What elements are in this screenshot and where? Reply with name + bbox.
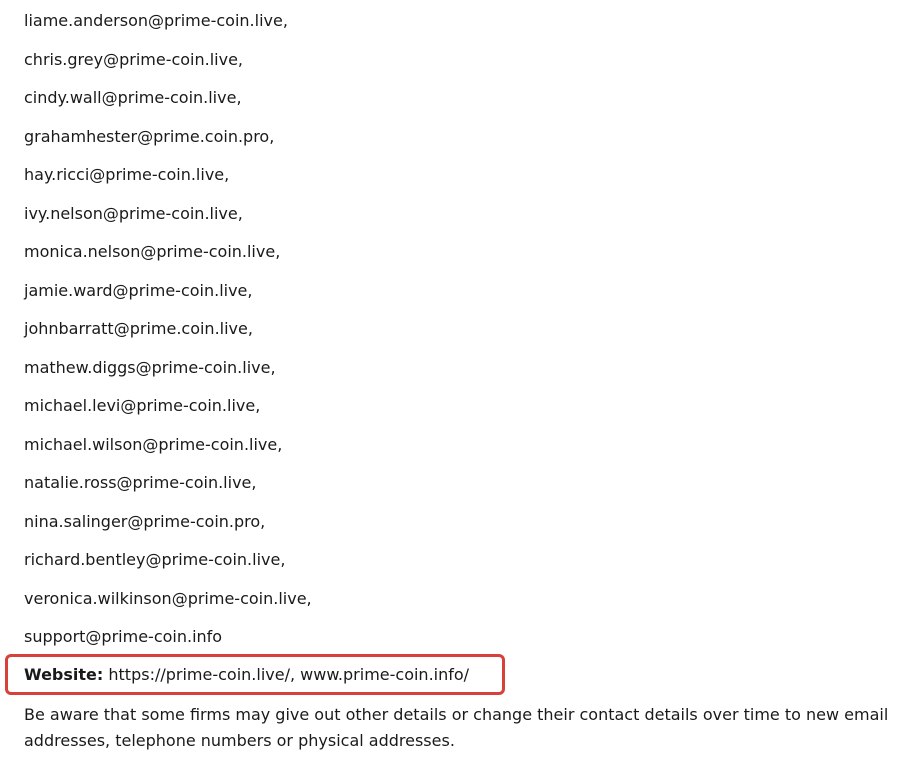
notice-paragraph: Be aware that some firms may give out ot… xyxy=(24,705,889,750)
website-value: https://prime-coin.live/, www.prime-coin… xyxy=(103,665,470,684)
email-item: richard.bentley@prime-coin.live, xyxy=(24,550,286,569)
email-item: mathew.diggs@prime-coin.live, xyxy=(24,357,276,377)
email-item: cindy.wall@prime-coin.live, xyxy=(24,88,242,107)
email-item: liame.anderson@prime-coin.live, xyxy=(24,11,288,30)
email-item: hay.ricci@prime-coin.live, xyxy=(24,165,230,184)
email-item: johnbarratt@prime.coin.live, xyxy=(24,319,253,338)
email-item: monica.nelson@prime-coin.live, xyxy=(24,242,281,261)
email-item: michael.levi@prime-coin.live, xyxy=(24,396,261,415)
website-line: Website: https://prime-coin.live/, www.p… xyxy=(24,664,469,686)
email-list: liame.anderson@prime-coin.live, chris.gr… xyxy=(24,0,894,654)
email-item: grahamhester@prime.coin.pro, xyxy=(24,126,275,146)
email-item: jamie.ward@prime-coin.live, xyxy=(24,280,253,300)
email-item: chris.grey@prime-coin.live, xyxy=(24,49,244,69)
email-item: nina.salinger@prime-coin.pro, xyxy=(24,511,266,531)
email-item: support@prime-coin.info xyxy=(24,627,223,646)
email-item: natalie.ross@prime-coin.live, xyxy=(24,473,257,492)
email-item: ivy.nelson@prime-coin.live, xyxy=(24,203,243,223)
website-label: Website: xyxy=(24,665,104,684)
email-list-container: liame.anderson@prime-coin.live, chris.gr… xyxy=(24,0,894,654)
email-item: michael.wilson@prime-coin.live, xyxy=(24,434,283,454)
email-item: veronica.wilkinson@prime-coin.live, xyxy=(24,588,312,608)
